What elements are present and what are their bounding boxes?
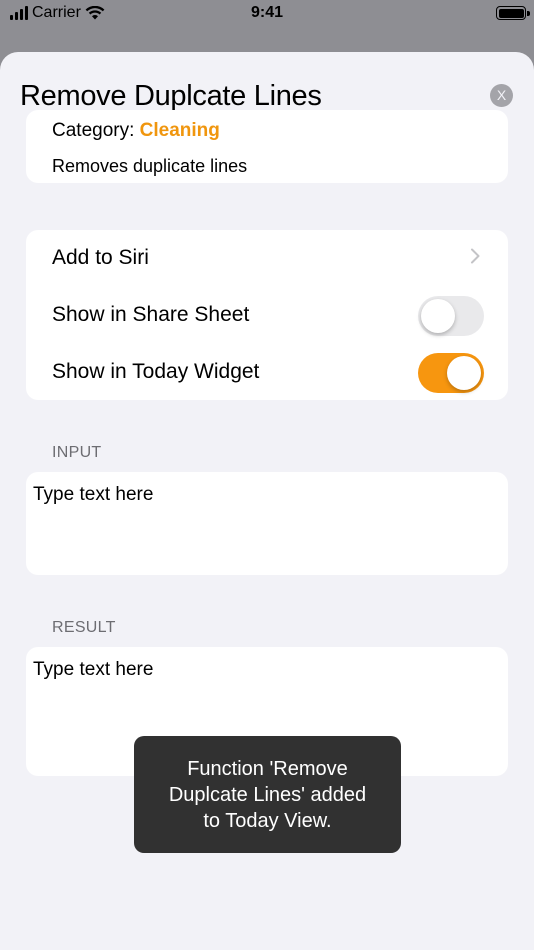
toast-line: to Today View. [203, 810, 332, 832]
share-sheet-row: Show in Share Sheet [26, 287, 508, 344]
share-sheet-toggle[interactable] [418, 296, 484, 336]
toast-line: Duplcate Lines' added [168, 784, 367, 806]
add-to-siri-label: Add to Siri [52, 246, 149, 269]
toast-message: Function 'Remove Duplcate Lines' added t… [134, 736, 401, 853]
input-section-header: INPUT [52, 444, 102, 461]
info-card: Category: Cleaning Removes duplicate lin… [26, 110, 508, 183]
input-textarea[interactable]: Type text here [26, 472, 508, 575]
category-line: Category: Cleaning [52, 120, 220, 142]
status-time: 9:41 [250, 4, 284, 21]
chevron-right-icon [471, 248, 480, 264]
status-bar: Carrier 9:41 [0, 0, 534, 28]
category-label: Category: [52, 120, 135, 141]
result-section-header: RESULT [52, 619, 116, 636]
page-title: Remove Duplcate Lines [20, 80, 322, 112]
today-widget-row: Show in Today Widget [26, 344, 508, 401]
today-widget-toggle[interactable] [418, 353, 484, 393]
input-placeholder: Type text here [33, 484, 154, 505]
result-placeholder: Type text here [33, 659, 154, 680]
function-description: Removes duplicate lines [52, 156, 248, 176]
settings-card: Add to Siri Show in Share Sheet Show in … [26, 230, 508, 400]
category-value: Cleaning [139, 120, 220, 141]
close-icon[interactable]: X [490, 84, 513, 107]
toast-line: Function 'Remove [187, 758, 348, 780]
share-sheet-label: Show in Share Sheet [52, 303, 250, 326]
today-widget-label: Show in Today Widget [52, 360, 260, 383]
add-to-siri-row[interactable]: Add to Siri [26, 230, 508, 287]
battery-icon [496, 6, 530, 20]
